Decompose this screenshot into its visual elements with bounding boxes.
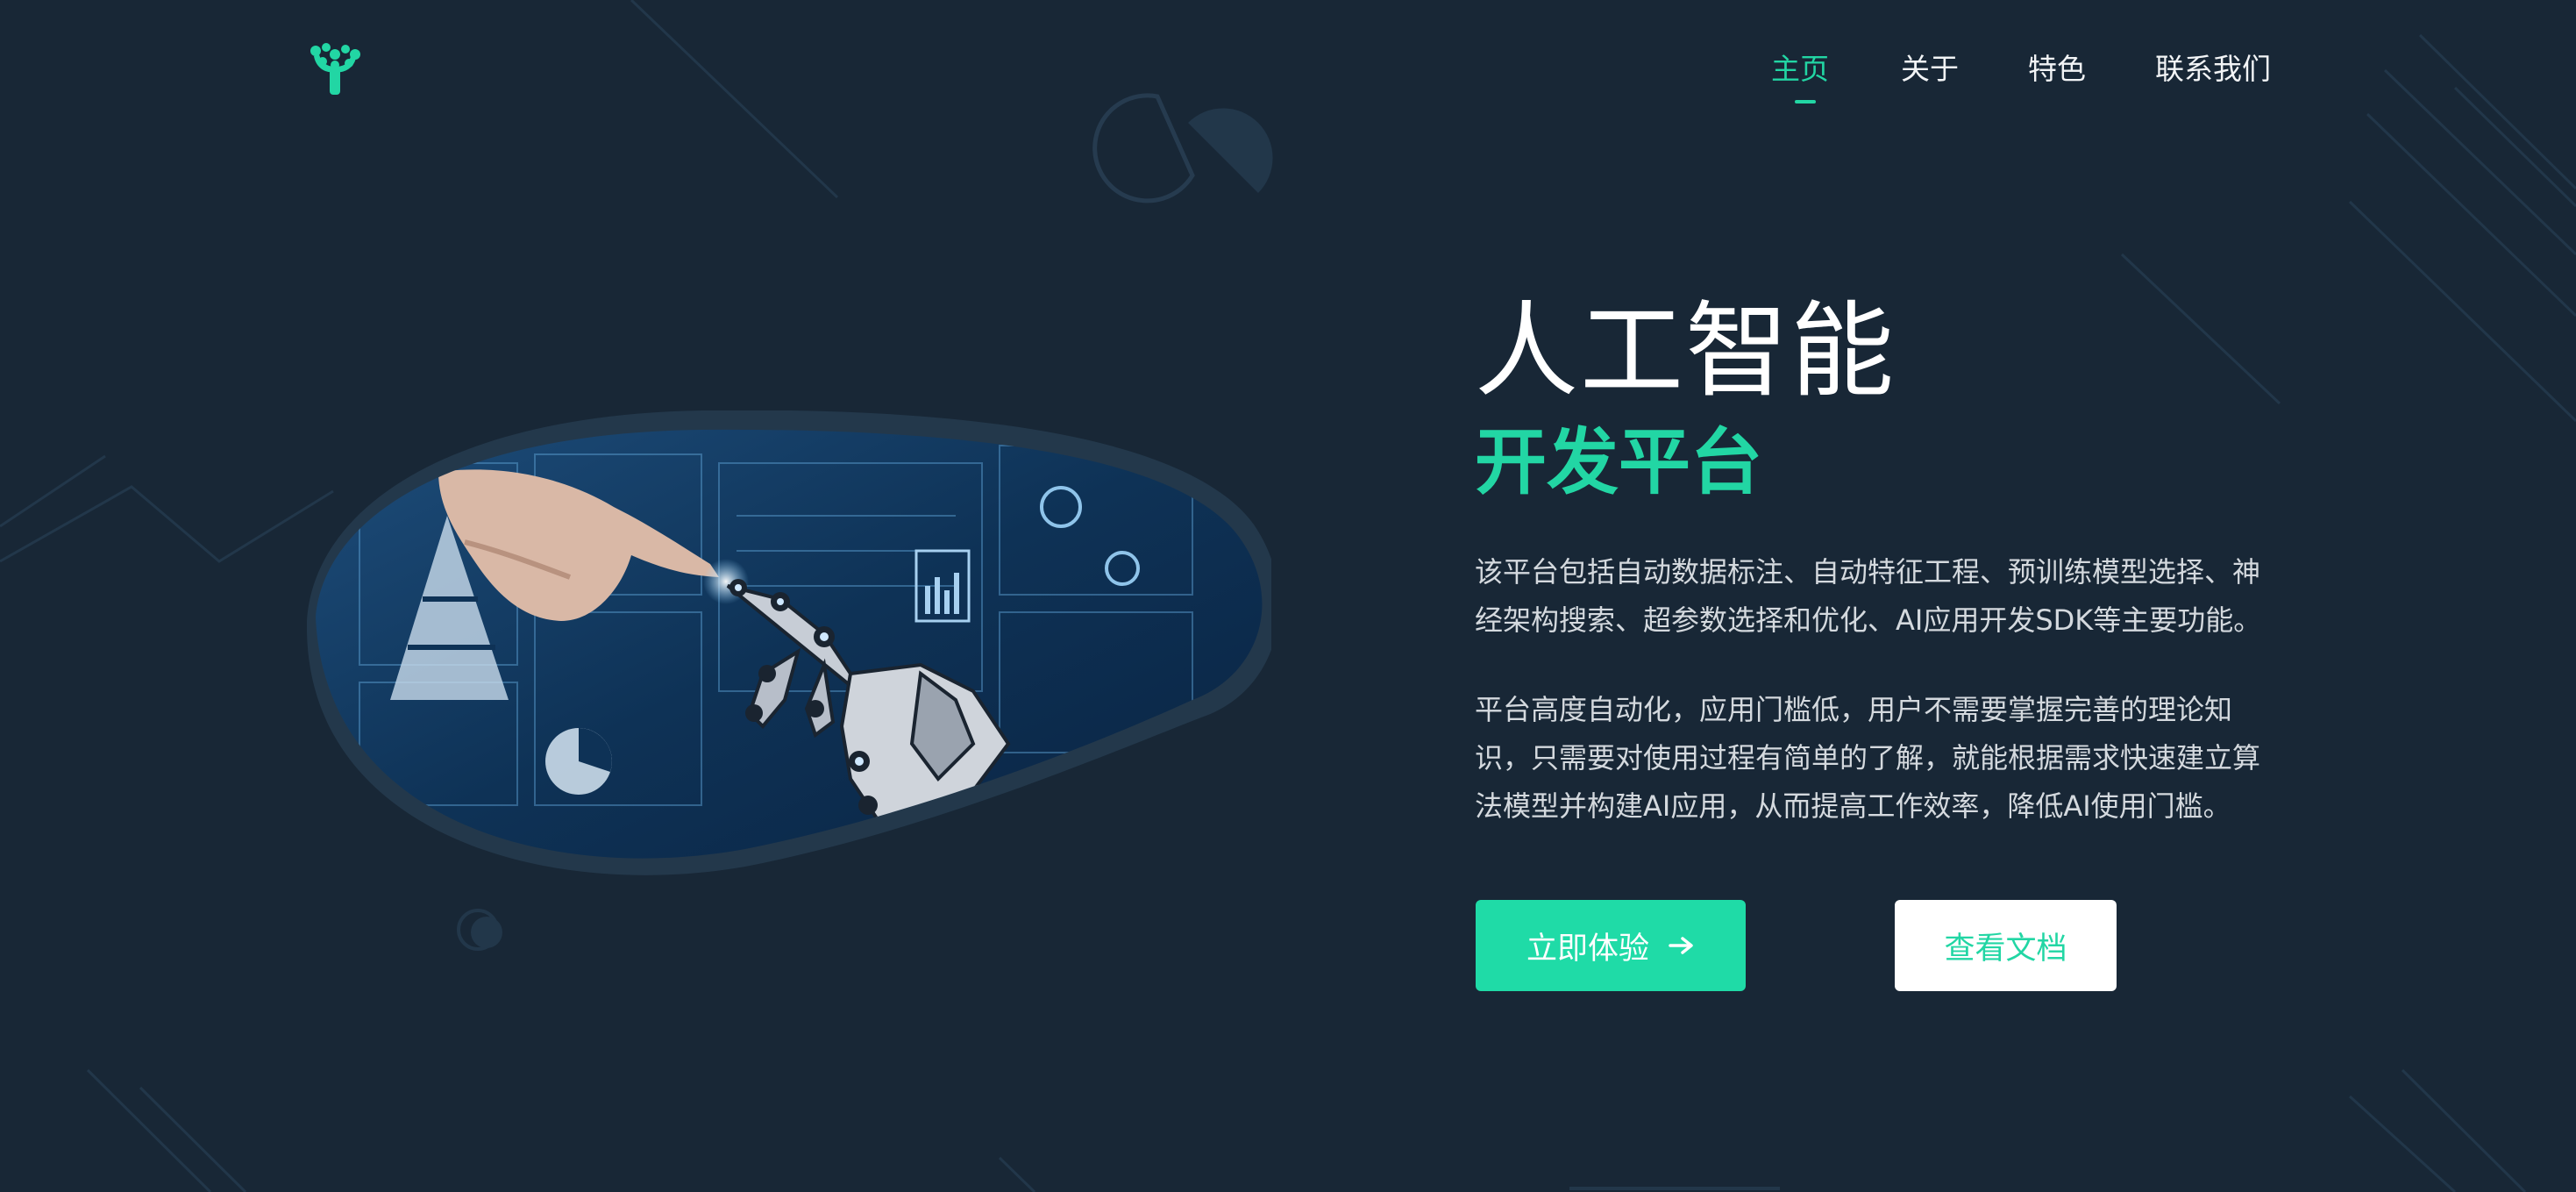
nav-item-about[interactable]: 关于	[1901, 46, 1959, 88]
hero-title: 人工智能	[1475, 290, 1896, 411]
nav-item-label: 关于	[1901, 52, 1959, 86]
hero-description-2: 平台高度自动化，应用门槛低，用户不需要掌握完善的理论知识，只需要对使用过程有简单…	[1475, 693, 2261, 823]
nav-item-label: 联系我们	[2155, 52, 2271, 86]
main-nav: 主页 关于 特色 联系我们	[1771, 46, 2271, 116]
try-now-button[interactable]: 立即体验	[1476, 900, 1746, 991]
nav-item-home[interactable]: 主页	[1771, 46, 1829, 103]
coral-logo-icon[interactable]	[309, 42, 361, 96]
nav-item-label: 主页	[1771, 52, 1829, 86]
nav-item-features[interactable]: 特色	[2028, 46, 2086, 88]
robot-hand-touch-image	[307, 410, 1271, 875]
hero-description-1: 该平台包括自动数据标注、自动特征工程、预训练模型选择、神经架构搜索、超参数选择和…	[1475, 555, 2262, 637]
try-now-label: 立即体验	[1526, 931, 1649, 967]
view-docs-label: 查看文档	[1944, 931, 2067, 967]
active-indicator	[1795, 100, 1816, 103]
nav-item-label: 特色	[2028, 52, 2086, 86]
landing-page: 主页 关于 特色 联系我们 人工智能 开发平台 该平台包括自动数据标注、自动特征…	[0, 0, 2576, 1192]
arrow-right-icon	[1669, 937, 1693, 954]
nav-item-contact[interactable]: 联系我们	[2155, 46, 2271, 88]
hero-subtitle: 开发平台	[1475, 421, 1763, 504]
view-docs-button[interactable]: 查看文档	[1895, 900, 2117, 991]
